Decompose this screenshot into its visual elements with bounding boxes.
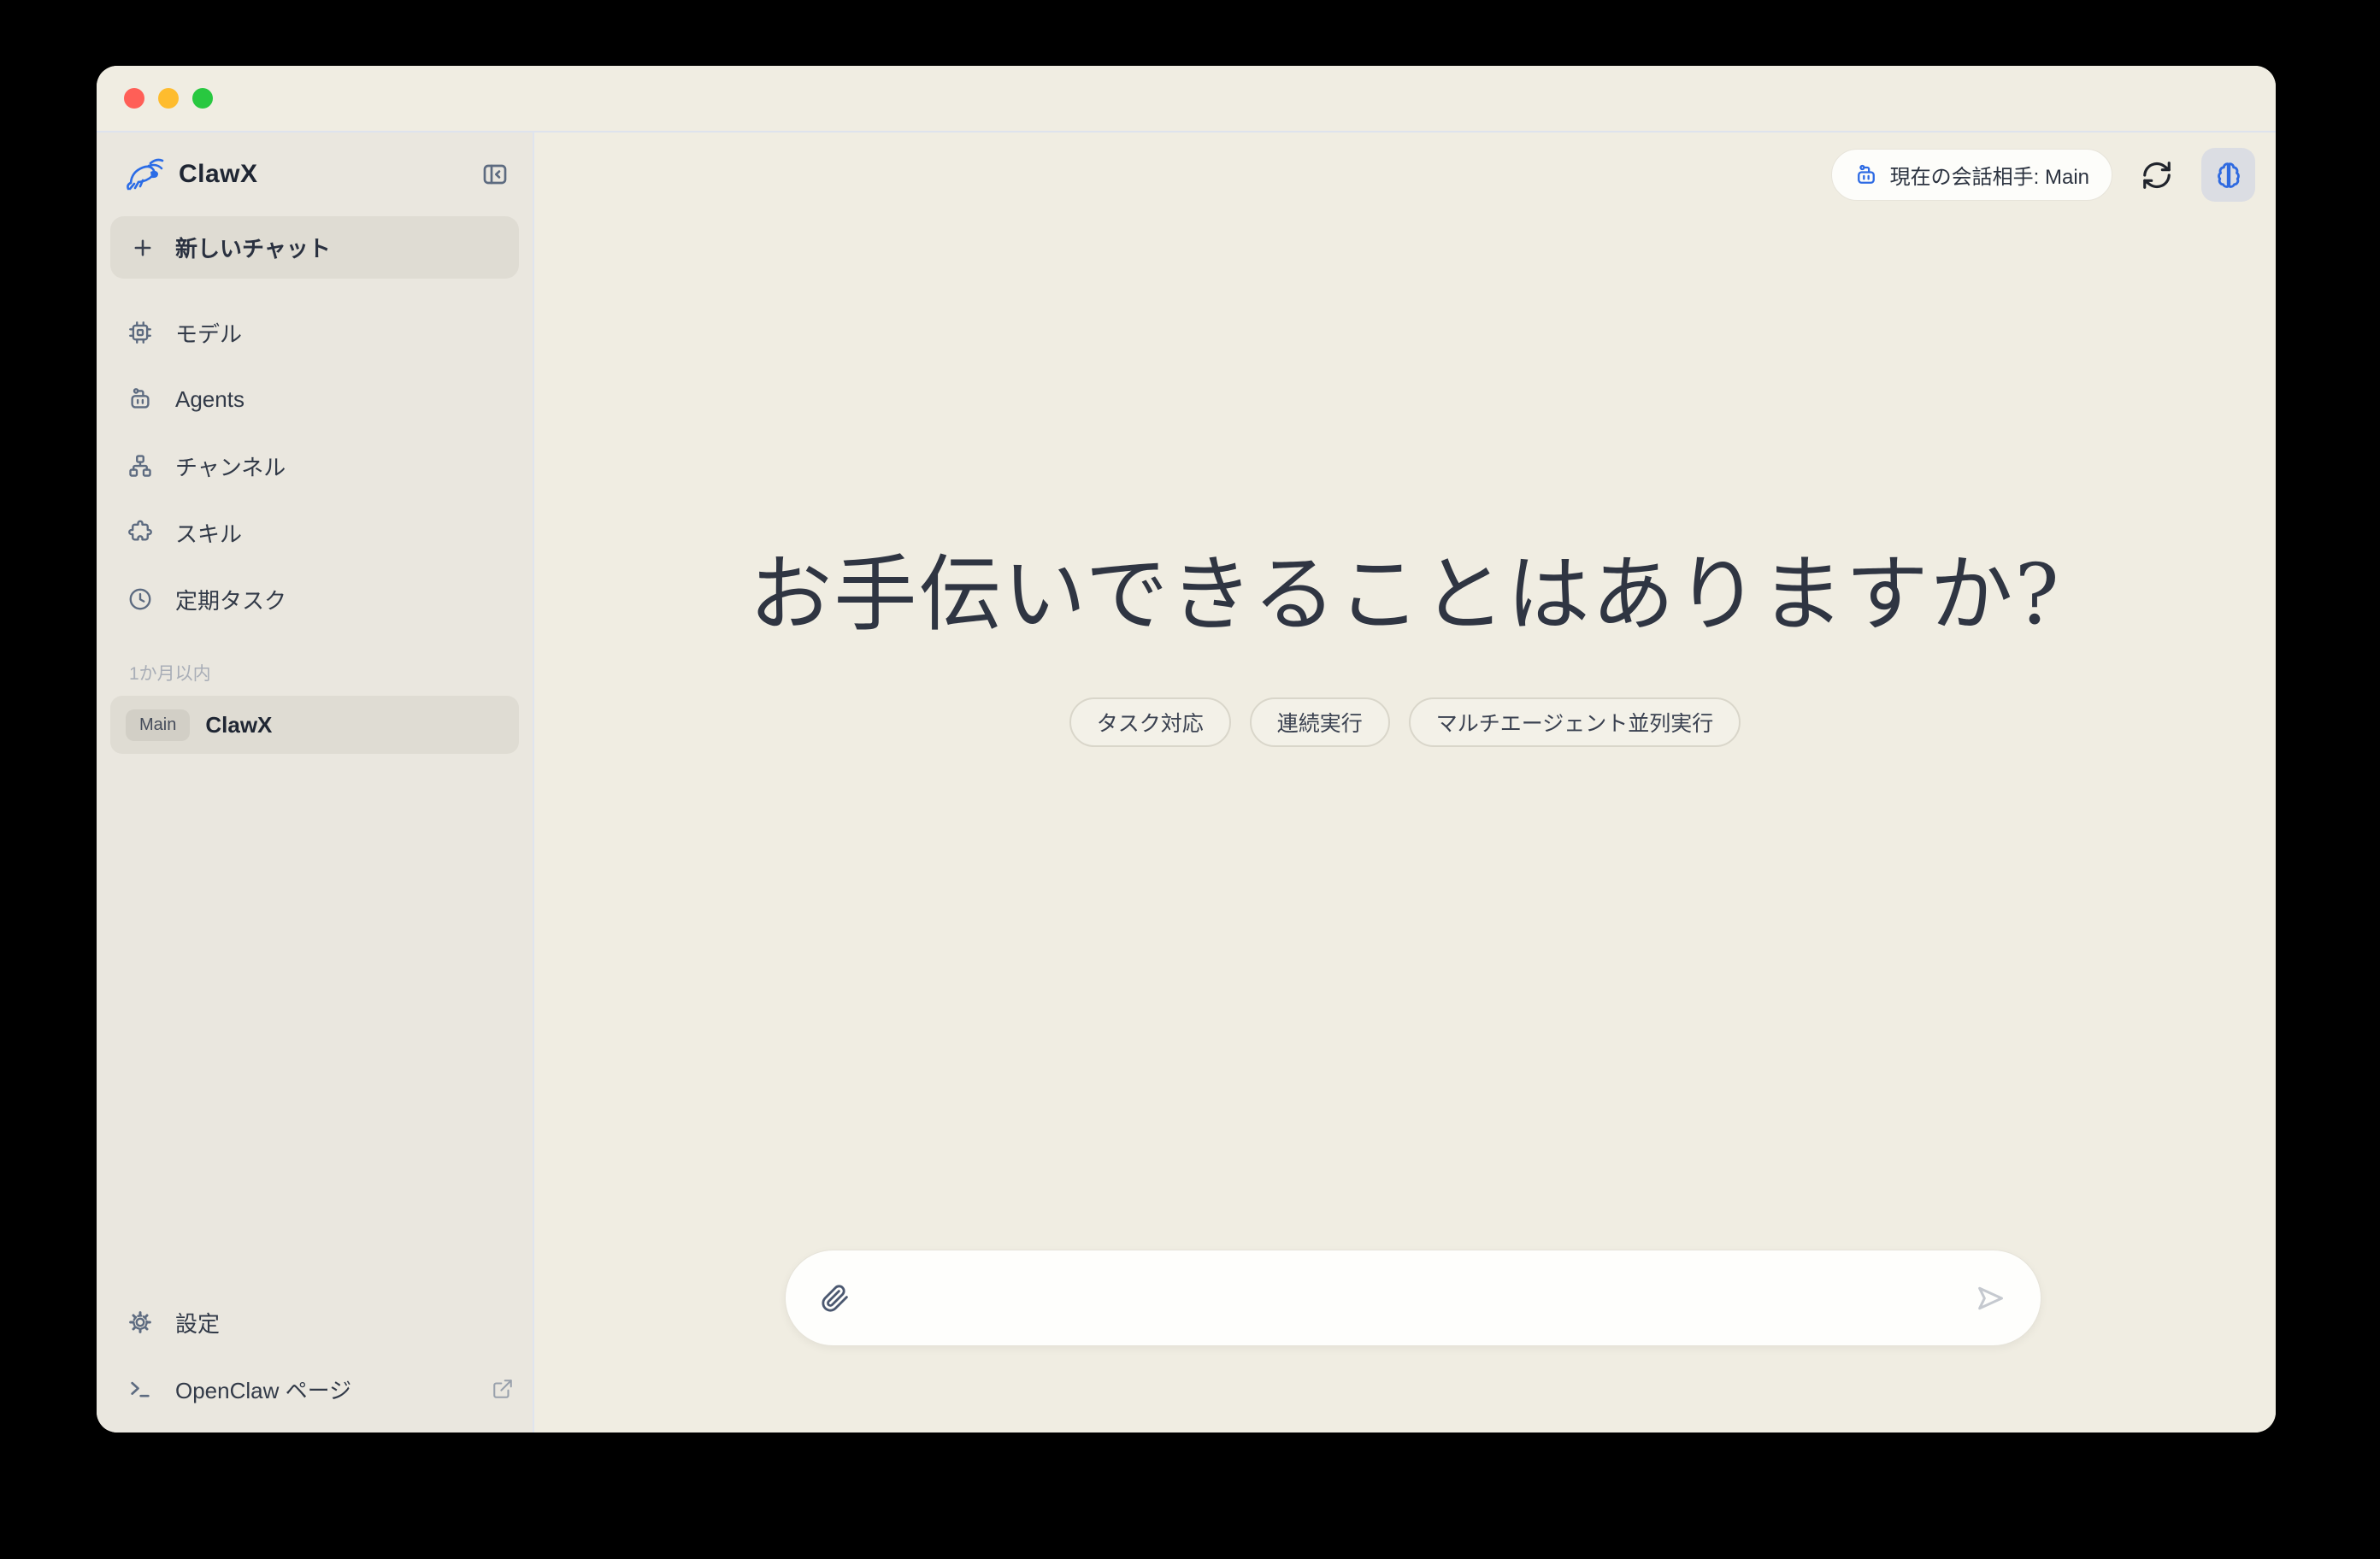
sidebar-item-settings[interactable]: 設定 [110, 1289, 519, 1356]
sidebar-item-label: 設定 [175, 1307, 220, 1338]
robot-icon [1854, 163, 1878, 187]
history-section-label: 1か月以内 [110, 660, 519, 685]
agent-badge: Main [126, 709, 190, 741]
minimize-window-button[interactable] [158, 88, 179, 109]
clock-icon [127, 586, 153, 612]
app-window: ClawX 新しいチャット [97, 66, 2276, 1433]
send-button[interactable] [1971, 1279, 2010, 1318]
panel-collapse-icon [481, 161, 509, 188]
chip-multi-agent-parallel[interactable]: マルチエージェント並列実行 [1409, 697, 1741, 747]
send-icon [1974, 1282, 2006, 1315]
lobster-logo-icon [122, 155, 167, 194]
chat-history-item[interactable]: Main ClawX [110, 696, 519, 754]
network-icon [127, 453, 153, 479]
close-window-button[interactable] [124, 88, 144, 109]
sidebar-item-label: モデル [175, 317, 242, 349]
gear-icon [127, 1309, 153, 1335]
memory-button[interactable] [2201, 148, 2255, 202]
paperclip-icon [821, 1284, 850, 1313]
chip-task-support[interactable]: タスク対応 [1069, 697, 1231, 747]
sidebar-nav: モデル Agents [110, 299, 519, 632]
sidebar-header: ClawX [110, 132, 519, 216]
sidebar-item-skills[interactable]: スキル [110, 499, 519, 566]
sidebar-item-models[interactable]: モデル [110, 299, 519, 366]
plus-icon [131, 236, 155, 260]
window-titlebar [97, 66, 2276, 132]
sidebar-item-agents[interactable]: Agents [110, 366, 519, 432]
zoom-window-button[interactable] [192, 88, 213, 109]
refresh-button[interactable] [2138, 156, 2176, 194]
cpu-chip-icon [127, 320, 153, 345]
sidebar-item-label: 定期タスク [175, 584, 286, 615]
refresh-icon [2141, 159, 2173, 191]
sidebar-item-label: スキル [175, 517, 242, 549]
suggestion-chips: タスク対応 連続実行 マルチエージェント並列実行 [534, 697, 2276, 747]
sidebar-item-scheduled-tasks[interactable]: 定期タスク [110, 566, 519, 632]
traffic-lights [124, 88, 213, 109]
composer [785, 1250, 2041, 1346]
puzzle-icon [127, 520, 153, 545]
terminal-icon [127, 1376, 153, 1402]
chip-continuous-run[interactable]: 連続実行 [1250, 697, 1390, 747]
sidebar: ClawX 新しいチャット [97, 132, 534, 1433]
robot-icon [127, 386, 153, 412]
new-chat-button[interactable]: 新しいチャット [110, 216, 519, 279]
main-header: 現在の会話相手: Main [1831, 148, 2255, 202]
brain-icon [2213, 160, 2244, 191]
app-name: ClawX [179, 160, 258, 189]
welcome-heading: お手伝いできることはありますか? [534, 551, 2276, 638]
collapse-sidebar-button[interactable] [476, 156, 514, 193]
main-area: 現在の会話相手: Main お手伝 [534, 132, 2276, 1433]
sidebar-item-openclaw-page[interactable]: OpenClaw ページ [110, 1356, 519, 1422]
desktop: { "window": { "traffic_lights": ["close"… [0, 0, 2380, 1559]
conversation-label: 現在の会話相手: Main [1890, 160, 2089, 190]
attach-button[interactable] [816, 1280, 854, 1317]
sidebar-item-label: OpenClaw ページ [175, 1374, 351, 1405]
sidebar-item-label: チャンネル [175, 450, 286, 482]
sidebar-item-label: Agents [175, 386, 244, 413]
current-conversation-pill[interactable]: 現在の会話相手: Main [1831, 149, 2112, 201]
new-chat-label: 新しいチャット [175, 232, 331, 263]
sidebar-footer: 設定 OpenClaw ページ [110, 1289, 519, 1433]
chat-title: ClawX [205, 712, 272, 738]
sidebar-item-channels[interactable]: チャンネル [110, 432, 519, 499]
message-input[interactable] [871, 1272, 1953, 1325]
external-link-icon [492, 1378, 514, 1400]
